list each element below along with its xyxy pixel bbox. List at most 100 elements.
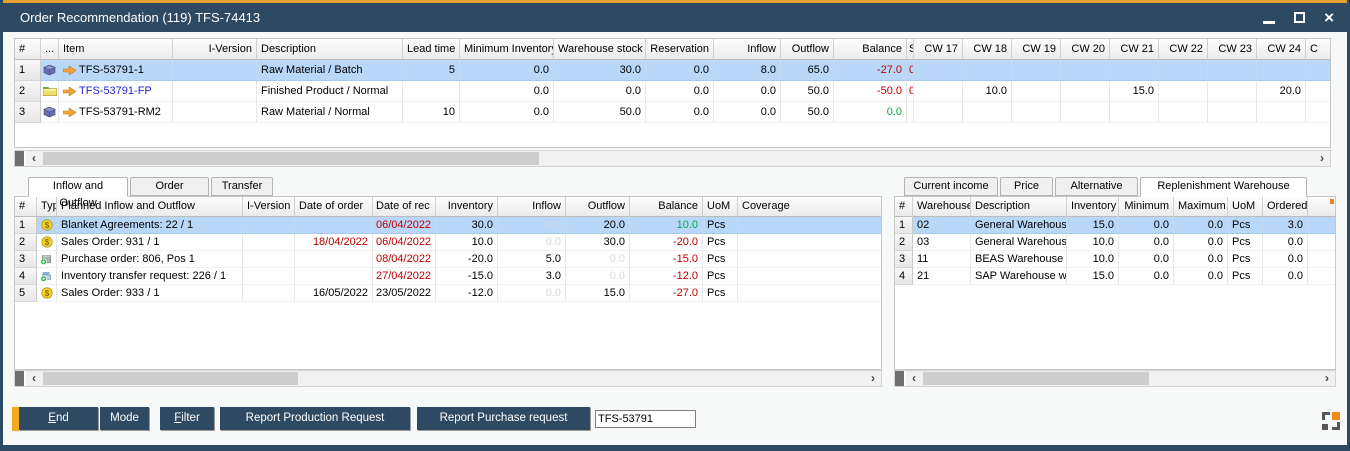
column-header: Balance (834, 39, 907, 60)
cell (914, 81, 963, 102)
tab-inflow-and-outflow[interactable]: Inflow and Outflow (28, 177, 128, 197)
cell: 20.0 (566, 217, 630, 234)
scroll-track[interactable] (922, 371, 1319, 386)
table-row[interactable]: 3 TFS-53791-RM2 Raw Material / Normal 10… (15, 102, 1330, 123)
table-row[interactable]: 1 TFS-53791-1 Raw Material / Batch 5 0.0… (15, 60, 1330, 81)
tab-transfer[interactable]: Transfer (211, 177, 273, 196)
cell: SAP Warehouse wit (971, 268, 1067, 285)
cell: 15.0 (1067, 268, 1119, 285)
scroll-thumb[interactable] (923, 372, 1149, 385)
item-code-input[interactable] (595, 410, 696, 428)
window-border (0, 0, 3, 451)
cell-clipped (907, 102, 914, 123)
cell: 30.0 (436, 217, 498, 234)
cell (403, 81, 460, 102)
document-link[interactable]: Inventory transfer request: 226 / 1 (57, 268, 243, 285)
table-row[interactable]: 4 21 SAP Warehouse wit 15.0 0.0 0.0 Pcs … (895, 268, 1335, 285)
tab-order[interactable]: Order (130, 177, 209, 196)
scroll-left-icon[interactable]: ‹ (906, 371, 922, 386)
item-cell[interactable]: TFS-53791-FP (59, 81, 173, 102)
cell: Pcs (703, 251, 738, 268)
scroll-thumb[interactable] (43, 372, 298, 385)
end-button[interactable]: End (19, 407, 98, 430)
close-icon[interactable]: × (1324, 9, 1334, 26)
scroll-track[interactable] (42, 371, 865, 386)
cell: 30.0 (566, 234, 630, 251)
row-number: 1 (15, 217, 37, 234)
table-row[interactable]: 2 $ Sales Order: 931 / 1 18/04/2022 06/0… (15, 234, 881, 251)
tab-alternative[interactable]: Alternative (1055, 177, 1138, 196)
table-row[interactable]: 4 Inventory transfer request: 226 / 1 27… (15, 268, 881, 285)
column-header: CW 24 (1257, 39, 1306, 60)
column-header: Inflow (498, 197, 566, 217)
cell: 11 (913, 251, 971, 268)
table-row[interactable]: 5 $ Sales Order: 933 / 1 16/05/2022 23/0… (15, 285, 881, 302)
item-cell[interactable]: TFS-53791-1 (59, 60, 173, 81)
scroll-right-icon[interactable]: › (1314, 151, 1330, 166)
cell (41, 60, 59, 81)
tab-price[interactable]: Price (1000, 177, 1053, 196)
scroll-corner-box[interactable] (895, 371, 906, 386)
column-header: CW 22 (1159, 39, 1208, 60)
cell (243, 251, 295, 268)
table-row[interactable]: 1 $ Blanket Agreements: 22 / 1 06/04/202… (15, 217, 881, 234)
table-row[interactable]: 3 11 BEAS Warehouse w 10.0 0.0 0.0 Pcs 0… (895, 251, 1335, 268)
document-link[interactable]: Sales Order: 933 / 1 (57, 285, 243, 302)
cell: 0.0 (1119, 234, 1174, 251)
items-table-hscrollbar[interactable]: ‹ › (14, 150, 1331, 167)
item-code: TFS-53791-1 (79, 60, 144, 80)
minimize-icon[interactable] (1263, 21, 1275, 24)
cell: 08/04/2022 (373, 251, 436, 268)
cell: -27.0 (630, 285, 703, 302)
row-number: 4 (15, 268, 37, 285)
material-cube-icon (43, 65, 56, 76)
row-number: 2 (15, 234, 37, 251)
form-settings-icon[interactable] (1322, 412, 1340, 430)
cell (295, 268, 373, 285)
scroll-right-icon[interactable]: › (865, 371, 881, 386)
orange-square (1332, 412, 1340, 420)
cell: $ (37, 234, 57, 251)
cell: General Warehouse (971, 234, 1067, 251)
table-row[interactable]: 2 03 General Warehouse 10.0 0.0 0.0 Pcs … (895, 234, 1335, 251)
report-purchase-request-button[interactable]: Report Purchase request (417, 407, 590, 430)
maximize-icon[interactable] (1294, 12, 1305, 23)
mode-button[interactable]: Mode (100, 407, 149, 430)
table-row[interactable]: 2 TFS-53791-FP Finished Product / Normal… (15, 81, 1330, 102)
table-row[interactable]: 1 02 General Warehouse 15.0 0.0 0.0 Pcs … (895, 217, 1335, 234)
cell: -20.0 (436, 251, 498, 268)
item-cell[interactable]: TFS-53791-RM2 (59, 102, 173, 123)
window-title: Order Recommendation (119) TFS-74413 (20, 3, 260, 32)
cell: 15.0 (566, 285, 630, 302)
scroll-corner-box[interactable] (15, 371, 26, 386)
replenishment-warehouse-table: # Warehouse Description Inventory Minimu… (894, 196, 1336, 370)
scroll-left-icon[interactable]: ‹ (26, 151, 42, 166)
row-number: 1 (895, 217, 913, 234)
cell: 23/05/2022 (373, 285, 436, 302)
column-header: # (15, 39, 41, 60)
scroll-left-icon[interactable]: ‹ (26, 371, 42, 386)
tab-replenishment-warehouse[interactable]: Replenishment Warehouse (1140, 177, 1307, 197)
column-header-clipped: Date of rec (373, 197, 436, 217)
scroll-track[interactable] (42, 151, 1314, 166)
table-row[interactable]: 3 Purchase order: 806, Pos 1 08/04/2022 … (15, 251, 881, 268)
cell (243, 285, 295, 302)
column-header: I-Version (243, 197, 295, 217)
cell (1308, 251, 1335, 268)
cell: Pcs (703, 268, 738, 285)
right-panel-hscrollbar[interactable]: ‹ › (894, 370, 1336, 387)
scroll-right-icon[interactable]: › (1319, 371, 1335, 386)
filter-button[interactable]: Filter (160, 407, 214, 430)
scroll-thumb[interactable] (43, 152, 539, 165)
cell: Pcs (1228, 268, 1263, 285)
purchase-order-icon (40, 253, 53, 265)
scroll-corner-box[interactable] (15, 151, 26, 166)
document-link[interactable]: Purchase order: 806, Pos 1 (57, 251, 243, 268)
left-panel-hscrollbar[interactable]: ‹ › (14, 370, 882, 387)
cell: 0.0 (1263, 268, 1308, 285)
warehouse-table-header: # Warehouse Description Inventory Minimu… (895, 197, 1335, 217)
tab-current-income[interactable]: Current income (904, 177, 998, 196)
document-link[interactable]: Sales Order: 931 / 1 (57, 234, 243, 251)
document-link[interactable]: Blanket Agreements: 22 / 1 (57, 217, 243, 234)
report-production-request-button[interactable]: Report Production Request (220, 407, 410, 430)
